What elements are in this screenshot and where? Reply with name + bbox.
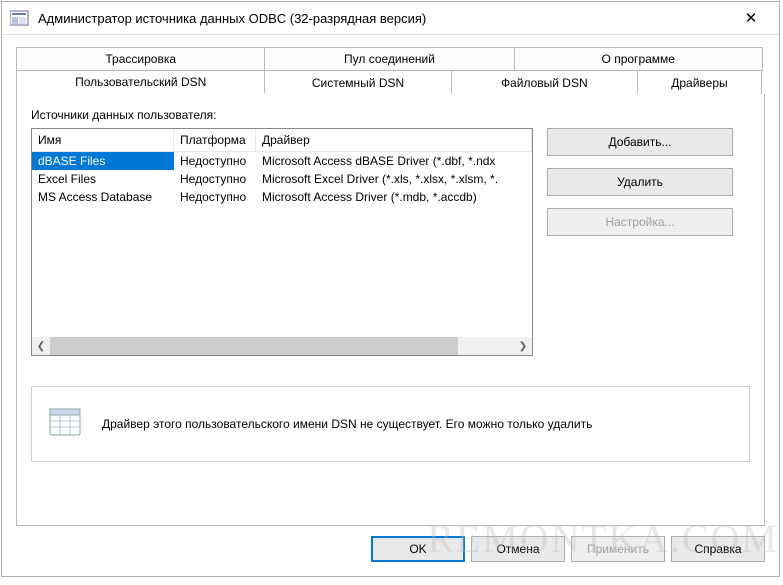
- listview-body: dBASE Files Недоступно Microsoft Access …: [32, 152, 532, 337]
- info-panel: Драйвер этого пользовательского имени DS…: [31, 386, 750, 462]
- help-button[interactable]: Справка: [671, 536, 765, 562]
- ok-button[interactable]: OK: [371, 536, 465, 562]
- tab-system-dsn[interactable]: Системный DSN: [264, 70, 451, 94]
- dialog-footer: OK Отмена Применить Справка: [2, 526, 779, 572]
- tab-strip: Трассировка Пул соединений О программе П…: [16, 47, 765, 94]
- titlebar[interactable]: Администратор источника данных ODBC (32-…: [2, 2, 779, 35]
- cell-platform: Недоступно: [174, 152, 256, 170]
- cancel-button[interactable]: Отмена: [471, 536, 565, 562]
- list-item[interactable]: dBASE Files Недоступно Microsoft Access …: [32, 152, 532, 170]
- cell-driver: Microsoft Access dBASE Driver (*.dbf, *.…: [256, 152, 532, 170]
- app-icon: [10, 9, 30, 27]
- scroll-track[interactable]: [50, 337, 514, 355]
- column-platform[interactable]: Платформа: [174, 129, 256, 152]
- cell-name: Excel Files: [32, 170, 174, 188]
- tab-drivers[interactable]: Драйверы: [637, 70, 762, 94]
- datasheet-icon: [46, 407, 86, 441]
- cell-platform: Недоступно: [174, 170, 256, 188]
- add-button[interactable]: Добавить...: [547, 128, 733, 156]
- side-button-group: Добавить... Удалить Настройка...: [547, 128, 733, 356]
- content-area: Трассировка Пул соединений О программе П…: [2, 35, 779, 526]
- tab-about[interactable]: О программе: [514, 47, 763, 71]
- close-button[interactable]: ✕: [731, 3, 771, 33]
- apply-button: Применить: [571, 536, 665, 562]
- dsn-listview[interactable]: Имя Платформа Драйвер dBASE Files Недост…: [31, 128, 533, 356]
- configure-button: Настройка...: [547, 208, 733, 236]
- sources-label: Источники данных пользователя:: [31, 108, 750, 122]
- scroll-left-arrow-icon[interactable]: ❮: [32, 337, 50, 355]
- tab-user-dsn[interactable]: Пользовательский DSN: [16, 70, 265, 94]
- info-text: Драйвер этого пользовательского имени DS…: [102, 416, 592, 433]
- scroll-right-arrow-icon[interactable]: ❯: [514, 337, 532, 355]
- cell-driver: Microsoft Access Driver (*.mdb, *.accdb): [256, 188, 532, 206]
- listview-header[interactable]: Имя Платформа Драйвер: [32, 129, 532, 152]
- remove-button[interactable]: Удалить: [547, 168, 733, 196]
- column-driver[interactable]: Драйвер: [256, 129, 532, 152]
- cell-platform: Недоступно: [174, 188, 256, 206]
- cell-name: dBASE Files: [32, 152, 174, 170]
- odbc-admin-window: Администратор источника данных ODBC (32-…: [1, 1, 780, 577]
- tab-connection-pooling[interactable]: Пул соединений: [264, 47, 514, 71]
- list-item[interactable]: MS Access Database Недоступно Microsoft …: [32, 188, 532, 206]
- list-item[interactable]: Excel Files Недоступно Microsoft Excel D…: [32, 170, 532, 188]
- window-title: Администратор источника данных ODBC (32-…: [38, 11, 731, 26]
- tab-tracing[interactable]: Трассировка: [16, 47, 265, 71]
- user-dsn-panel: Источники данных пользователя: Имя Платф…: [16, 94, 765, 526]
- tab-file-dsn[interactable]: Файловый DSN: [451, 70, 638, 94]
- column-name[interactable]: Имя: [32, 129, 174, 152]
- scroll-thumb[interactable]: [50, 337, 458, 355]
- cell-name: MS Access Database: [32, 188, 174, 206]
- horizontal-scrollbar[interactable]: ❮ ❯: [32, 337, 532, 355]
- cell-driver: Microsoft Excel Driver (*.xls, *.xlsx, *…: [256, 170, 532, 188]
